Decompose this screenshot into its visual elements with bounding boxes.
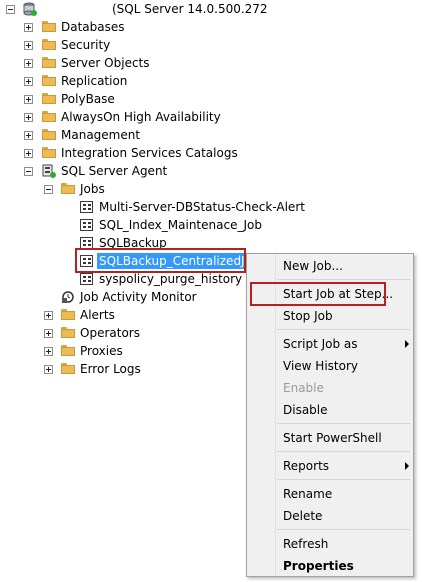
expand-toggle[interactable]: [44, 311, 53, 320]
folder-icon: [61, 327, 75, 338]
expand-toggle[interactable]: [24, 149, 33, 158]
menu-item-start-powershell[interactable]: Start PowerShell: [283, 429, 382, 447]
tree-item-integration-services[interactable]: Integration Services Catalogs: [0, 144, 300, 162]
tree-item-label: SQL Server Agent: [61, 164, 168, 178]
job-item-label: SQL_Index_Maintenace_Job: [99, 218, 262, 232]
expand-toggle[interactable]: [24, 77, 33, 86]
menu-separator: [277, 479, 410, 480]
menu-item-reports[interactable]: Reports: [283, 457, 409, 475]
tree-item-alwayson[interactable]: AlwaysOn High Availability: [0, 108, 300, 126]
menu-item-label: Script Job as: [283, 337, 358, 351]
folder-icon: [42, 57, 56, 68]
job-item-label: Multi-Server-DBStatus-Check-Alert: [99, 200, 305, 214]
tree-item-label: Security: [61, 38, 111, 52]
menu-item-view-history[interactable]: View History: [283, 357, 358, 375]
context-menu: New Job... Start Job at Step... Stop Job…: [246, 253, 414, 577]
tree-item-label: PolyBase: [61, 92, 115, 106]
monitor-icon: [61, 290, 75, 304]
folder-icon: [61, 183, 75, 194]
tree-item-label: Integration Services Catalogs: [61, 146, 238, 160]
job-icon: [80, 273, 93, 285]
folder-icon: [42, 21, 56, 32]
tree-item-label: Error Logs: [80, 362, 141, 376]
menu-item-disable[interactable]: Disable: [283, 401, 328, 419]
job-item[interactable]: Multi-Server-DBStatus-Check-Alert: [0, 198, 305, 216]
tree-item-server-objects[interactable]: Server Objects: [0, 54, 300, 72]
sql-agent-icon: [42, 164, 56, 178]
folder-icon: [42, 93, 56, 104]
tree-item-label: Management: [61, 128, 141, 142]
menu-separator: [277, 529, 410, 530]
collapse-toggle[interactable]: [44, 185, 53, 194]
menu-item-rename[interactable]: Rename: [283, 485, 332, 503]
tree-item-label: Job Activity Monitor: [80, 290, 197, 304]
job-icon: [80, 219, 93, 231]
expand-toggle[interactable]: [24, 113, 33, 122]
tree-item-management[interactable]: Management: [0, 126, 300, 144]
expand-toggle[interactable]: [24, 95, 33, 104]
menu-item-label: Reports: [283, 459, 330, 473]
expand-toggle[interactable]: [24, 41, 33, 50]
collapse-toggle[interactable]: [24, 167, 33, 176]
tree-item-label: Alerts: [80, 308, 115, 322]
expand-toggle[interactable]: [44, 365, 53, 374]
menu-item-stop-job[interactable]: Stop Job: [283, 307, 333, 325]
tree-item-label: Operators: [80, 326, 140, 340]
job-item-label: syspolicy_purge_history: [99, 272, 243, 286]
menu-item-delete[interactable]: Delete: [283, 507, 322, 525]
job-icon: [80, 201, 93, 213]
folder-icon: [42, 147, 56, 158]
tree-item-jobs[interactable]: Jobs: [0, 180, 300, 198]
expand-toggle[interactable]: [44, 329, 53, 338]
collapse-toggle[interactable]: [6, 5, 15, 14]
tree-item-security[interactable]: Security: [0, 36, 300, 54]
tree-item-label: Server Objects: [61, 56, 150, 70]
expand-toggle[interactable]: [24, 23, 33, 32]
menu-separator: [277, 329, 410, 330]
tree-item-label: Replication: [61, 74, 128, 88]
folder-icon: [61, 363, 75, 374]
menu-item-properties[interactable]: Properties: [283, 557, 354, 575]
expand-toggle[interactable]: [24, 59, 33, 68]
folder-icon: [61, 309, 75, 320]
menu-separator: [277, 423, 410, 424]
menu-item-enable: Enable: [283, 381, 324, 395]
tree-item-label: AlwaysOn High Availability: [61, 110, 221, 124]
tree-item-label: Proxies: [80, 344, 123, 358]
highlight-box: [250, 282, 386, 306]
menu-separator: [277, 451, 410, 452]
folder-icon: [42, 129, 56, 140]
submenu-arrow-icon: [405, 340, 409, 348]
menu-separator: [277, 279, 410, 280]
tree-item-sql-server-agent[interactable]: SQL Server Agent: [0, 162, 300, 180]
expand-toggle[interactable]: [44, 347, 53, 356]
folder-icon: [42, 39, 56, 50]
submenu-arrow-icon: [405, 462, 409, 470]
menu-item-script-job-as[interactable]: Script Job as: [283, 335, 409, 353]
server-label: (SQL Server 14.0.500.272: [112, 2, 268, 16]
folder-icon: [42, 75, 56, 86]
tree-item-label: Jobs: [80, 182, 105, 196]
job-item[interactable]: SQL_Index_Maintenace_Job: [0, 216, 300, 234]
tree-item-label: Databases: [61, 20, 125, 34]
folder-icon: [61, 345, 75, 356]
expand-toggle[interactable]: [24, 131, 33, 140]
folder-icon: [42, 111, 56, 122]
menu-item-refresh[interactable]: Refresh: [283, 535, 328, 553]
tree-item-replication[interactable]: Replication: [0, 72, 300, 90]
menu-item-new-job[interactable]: New Job...: [283, 257, 343, 275]
tree-item-polybase[interactable]: PolyBase: [0, 90, 300, 108]
tree-item-databases[interactable]: Databases: [0, 18, 300, 36]
server-node[interactable]: (SQL Server 14.0.500.272: [0, 0, 300, 18]
server-icon: [23, 2, 37, 16]
